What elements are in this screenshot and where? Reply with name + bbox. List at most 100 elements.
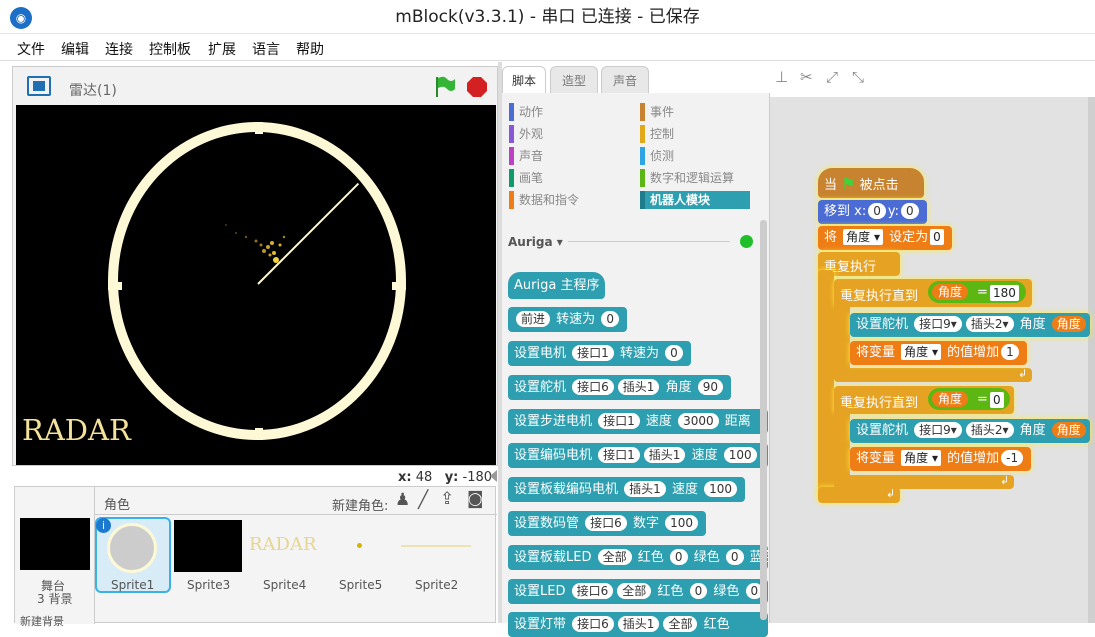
target-value[interactable]: 0 [990, 392, 1004, 408]
repeat-bottom [834, 475, 1014, 489]
upload-icon[interactable]: ⇪ [440, 489, 454, 509]
repeat-until-label: 重复执行直到 [840, 396, 919, 411]
sprite-name: Sprite4 [263, 578, 307, 592]
category-sound[interactable]: 声音 [509, 147, 543, 165]
menu-connect[interactable]: 连接 [105, 39, 133, 59]
menu-file[interactable]: 文件 [17, 39, 45, 59]
palette-block-motor[interactable]: 设置电机 接口1 转速为 0 [508, 341, 691, 366]
tab-scripts[interactable]: 脚本 [502, 66, 546, 94]
new-sprite-label: 新建角色: [332, 499, 389, 514]
grow-icon[interactable]: ⤢ [826, 68, 838, 86]
menu-board[interactable]: 控制板 [149, 39, 191, 59]
script-set-servo-2[interactable]: 设置舵机 接口9▾ 插头2▾ 角度 角度 [850, 419, 1090, 443]
x-value: 48 [415, 470, 433, 485]
mouse-coords: x: 48 y: -180 [398, 470, 492, 485]
palette-block-onboard-led[interactable]: 设置板载LED 全部 红色 0 绿色 0 蓝色 [508, 545, 768, 570]
repeat-until-label: 重复执行直到 [840, 289, 919, 304]
menu-help[interactable]: 帮助 [296, 39, 324, 59]
palette-block-move[interactable]: 前进 转速为 0 [508, 307, 627, 332]
radar-label: RADAR [22, 413, 131, 447]
target-value[interactable]: 180 [990, 285, 1019, 301]
sprite1-thumb [107, 523, 157, 573]
category-events[interactable]: 事件 [640, 103, 674, 121]
tab-sounds[interactable]: 声音 [601, 66, 649, 94]
sprite-name: Sprite2 [415, 578, 459, 592]
script-change-var-2[interactable]: 将变量 角度 ▾ 的值增加 -1 [850, 447, 1032, 471]
menu-language[interactable]: 语言 [252, 39, 280, 59]
palette-block-encoder[interactable]: 设置编码电机 接口1 插头1 速度 100 [508, 443, 768, 468]
loop-arrow-icon: ↲ [1018, 367, 1028, 380]
category-control[interactable]: 控制 [640, 125, 674, 143]
script-scrollbar[interactable] [1088, 97, 1095, 623]
radar-tick-left [108, 282, 122, 290]
tab-costumes[interactable]: 造型 [550, 66, 598, 94]
category-operators[interactable]: 数字和逻辑运算 [640, 169, 734, 187]
category-sensing[interactable]: 侦测 [640, 147, 674, 165]
y-value: -180 [462, 470, 493, 485]
sprite-name: Sprite1 [111, 578, 155, 592]
sprite-item-selected[interactable]: i Sprite1 [95, 517, 171, 593]
palette-block-ledstrip[interactable]: 设置灯带 接口6 插头1 全部 红色 [508, 612, 768, 637]
radar-circle [108, 122, 406, 440]
sprites-header: 角色 [104, 498, 131, 513]
stage-canvas[interactable]: RADAR [16, 105, 496, 465]
palette-hat-block[interactable]: Auriga 主程序 [508, 272, 606, 299]
menu-extensions[interactable]: 扩展 [208, 39, 236, 59]
category-data[interactable]: 数据和指令 [509, 191, 579, 209]
repeat-bottom [834, 368, 1032, 382]
category-motion[interactable]: 动作 [509, 103, 543, 121]
var-reporter[interactable]: 角度 [932, 391, 969, 407]
script-forever-arm [818, 270, 834, 500]
shrink-icon[interactable]: ⤡ [852, 68, 864, 86]
green-flag-icon: ⚑ [841, 174, 856, 193]
info-icon[interactable]: i [96, 518, 111, 533]
duplicate-stamp-icon[interactable]: ⊥ [775, 68, 788, 86]
palette-block-stepper[interactable]: 设置步进电机 接口1 速度 3000 距离 [508, 409, 768, 434]
sprite3-thumb[interactable] [174, 520, 242, 572]
palette-scrollbar[interactable] [760, 220, 767, 620]
palette-block-7segment[interactable]: 设置数码管 接口6 数字 100 [508, 511, 706, 536]
palette-block-onboard-encoder[interactable]: 设置板载编码电机 插头1 速度 100 [508, 477, 745, 502]
category-pen[interactable]: 画笔 [509, 169, 543, 187]
new-backdrop-label: 新建背景 [20, 615, 64, 628]
radar-tick-top [255, 122, 263, 134]
green-flag-icon[interactable] [433, 75, 457, 99]
radar-tick-bottom [255, 428, 263, 440]
project-name: 雷达(1) [69, 83, 117, 99]
sprite-name: Sprite5 [339, 578, 383, 592]
connection-status-icon [740, 235, 753, 248]
backdrop-count: 3 背景 [37, 592, 73, 606]
delete-scissors-icon[interactable]: ✂ [800, 68, 813, 86]
menu-edit[interactable]: 编辑 [61, 39, 89, 59]
stage-thumbnail[interactable] [20, 518, 90, 570]
sprite-panel: 角色 新建角色: ♟ ╱ ⇪ ◙ 舞台 3 背景 新建背景 i Sprite1 … [14, 486, 497, 628]
script-set-servo-1[interactable]: 设置舵机 接口9▾ 插头2▾ 角度 角度 [850, 313, 1090, 337]
stop-icon[interactable] [466, 76, 488, 98]
script-set-var[interactable]: 将 角度 ▾ 设定为 0 [818, 226, 952, 250]
sprite4-thumb[interactable]: RADAR [249, 534, 317, 555]
collapse-arrow-icon[interactable] [490, 470, 497, 482]
sprite5-thumb[interactable] [357, 543, 362, 548]
eq-label: = [977, 392, 988, 407]
paint-brush-icon[interactable]: ╱ [418, 490, 428, 510]
category-robots[interactable]: 机器人模块 [640, 191, 750, 209]
sprite-library-icon[interactable]: ♟ [395, 490, 410, 510]
menu-bar: 文件 编辑 连接 控制板 扩展 语言 帮助 [0, 35, 1095, 61]
camera-icon[interactable]: ◙ [467, 489, 484, 509]
script-goto-xy[interactable]: 移到 x: 0 y: 0 [818, 200, 927, 224]
palette-block-led[interactable]: 设置LED 接口6 全部 红色 0 绿色 0 [508, 579, 768, 604]
category-looks[interactable]: 外观 [509, 125, 543, 143]
fullscreen-icon[interactable] [27, 76, 51, 96]
x-label: x: [398, 470, 412, 485]
divider [568, 241, 730, 242]
var-reporter[interactable]: 角度 [932, 284, 969, 300]
window-title: mBlock(v3.3.1) - 串口 已连接 - 已保存 [395, 7, 700, 27]
sprite-name: Sprite3 [187, 578, 231, 592]
extension-name[interactable]: Auriga ▾ [508, 235, 563, 249]
palette-block-servo[interactable]: 设置舵机 接口6 插头1 角度 90 [508, 375, 732, 400]
radar-detection-dots [225, 224, 286, 263]
y-label: y: [444, 470, 459, 485]
sprite2-thumb[interactable] [401, 545, 471, 547]
script-change-var-1[interactable]: 将变量 角度 ▾ 的值增加 1 [850, 341, 1027, 365]
script-hat-green-flag[interactable]: 当 ⚑ 被点击 [818, 168, 924, 198]
